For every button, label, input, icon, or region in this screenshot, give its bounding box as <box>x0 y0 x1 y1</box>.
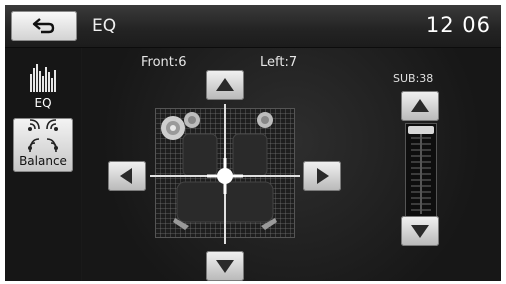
sub-level-slider[interactable] <box>405 123 437 217</box>
triangle-left-icon <box>120 168 132 184</box>
front-value-label: Front:6 <box>141 55 187 70</box>
sidebar-item-balance[interactable]: Balance <box>13 118 73 172</box>
balance-up-button[interactable] <box>206 70 244 100</box>
triangle-down-icon <box>216 260 234 273</box>
left-value-label: Left:7 <box>260 55 298 70</box>
balance-down-button[interactable] <box>206 251 244 281</box>
slider-ticks <box>408 126 434 214</box>
sidebar-item-eq[interactable]: EQ <box>13 58 73 112</box>
sub-down-button[interactable] <box>401 216 439 246</box>
clock: 12 06 <box>425 13 491 37</box>
triangle-up-icon <box>411 99 429 112</box>
equalizer-bars-icon <box>30 64 56 92</box>
sub-level-label: SUB:38 <box>393 72 434 85</box>
sidebar: EQ Balance <box>5 48 81 281</box>
triangle-up-icon <box>216 78 234 91</box>
sidebar-item-label: EQ <box>34 96 52 110</box>
page-title: EQ <box>92 16 117 36</box>
top-bar: EQ 12 06 <box>5 5 501 48</box>
balance-panel: Front:6 Left:7 SUB:38 <box>82 48 501 281</box>
triangle-right-icon <box>317 168 329 184</box>
sidebar-item-label: Balance <box>19 154 67 168</box>
car-audio-screen: EQ 12 06 EQ Balance Front:6 Left:7 SUB:3… <box>5 5 501 281</box>
triangle-down-icon <box>411 225 429 238</box>
back-arrow-icon <box>32 18 55 34</box>
balance-left-button[interactable] <box>108 161 146 191</box>
sub-up-button[interactable] <box>401 91 439 121</box>
speaker-waves-icon <box>28 119 58 153</box>
balance-position-marker[interactable] <box>207 158 243 194</box>
back-button[interactable] <box>11 11 77 41</box>
balance-right-button[interactable] <box>303 161 341 191</box>
